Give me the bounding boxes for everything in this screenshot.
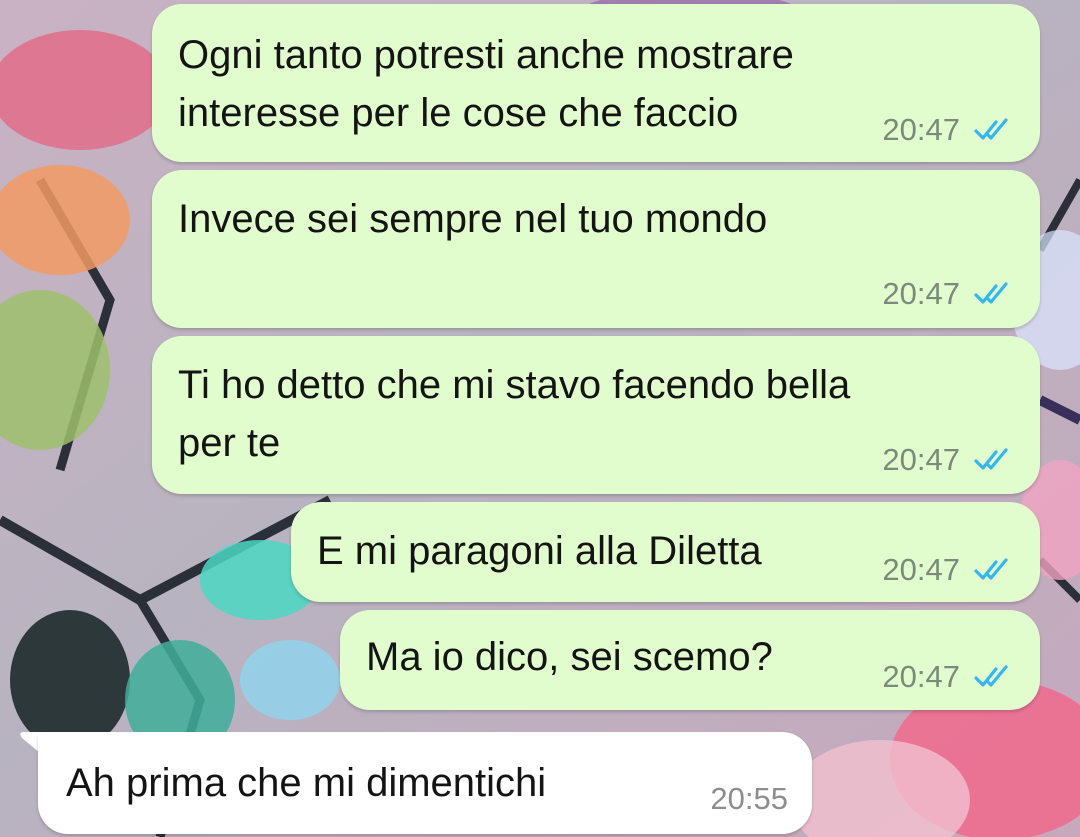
message-meta: 20:47 [882,277,1016,311]
message-time: 20:55 [710,781,788,816]
message-meta: 20:47 [882,553,1016,587]
outgoing-message[interactable]: Invece sei sempre nel tuo mondo 20:47 [152,170,1040,328]
outgoing-message[interactable]: Ti ho detto che mi stavo facendo bella p… [152,336,1040,494]
double-check-icon [974,118,1008,140]
message-meta: 20:47 [882,443,1016,477]
message-list[interactable]: Ogni tanto potresti anche mostrare inter… [0,0,1080,837]
double-check-icon [974,558,1008,580]
message-meta: 20:55 [710,782,788,816]
message-text: E mi paragoni alla Diletta [317,529,762,573]
outgoing-message[interactable]: Ma io dico, sei scemo? 20:47 [340,610,1040,710]
double-check-icon [974,282,1008,304]
message-text: Invece sei sempre nel tuo mondo [178,197,768,241]
message-time: 20:47 [882,552,960,587]
message-time: 20:47 [882,442,960,477]
message-meta: 20:47 [882,660,1016,694]
outgoing-message[interactable]: E mi paragoni alla Diletta 20:47 [291,502,1040,602]
message-meta: 20:47 [882,113,1016,147]
message-text: Ah prima che mi dimentichi [66,761,547,805]
message-text: Ma io dico, sei scemo? [366,635,773,679]
message-text: Ti ho detto che mi stavo facendo bella p… [178,363,851,465]
message-time: 20:47 [882,659,960,694]
incoming-message[interactable]: Ah prima che mi dimentichi 20:55 [38,732,812,834]
message-text: Ogni tanto potresti anche mostrare inter… [178,33,794,135]
message-time: 20:47 [882,112,960,147]
outgoing-message[interactable]: Ogni tanto potresti anche mostrare inter… [152,4,1040,162]
message-time: 20:47 [882,276,960,311]
double-check-icon [974,448,1008,470]
double-check-icon [974,665,1008,687]
